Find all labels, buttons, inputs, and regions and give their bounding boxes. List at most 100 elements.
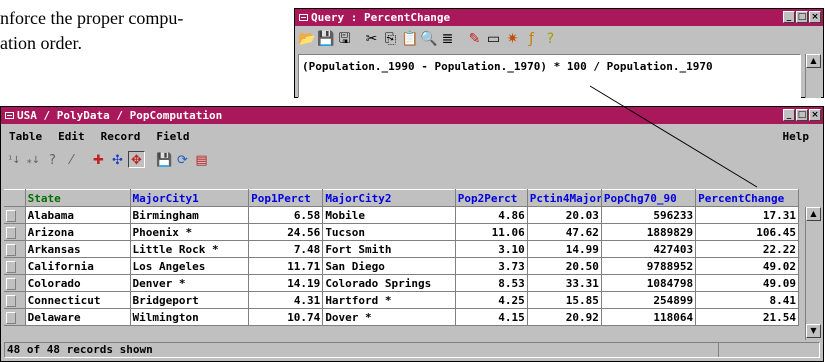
table-titlebar[interactable]: USA / PolyData / PopComputation _ □ ×	[1, 107, 823, 124]
table-row[interactable]: Colorado Denver * 14.19 Colorado Springs 8.5…	[4, 274, 799, 292]
table-cell[interactable]: 17.31	[695, 206, 799, 224]
table-cell[interactable]: 6.58	[248, 206, 324, 224]
table-cell[interactable]: 11.06	[455, 223, 528, 241]
table-cell[interactable]: Hartford *	[322, 291, 456, 309]
wizard-icon[interactable]: ✎	[466, 31, 483, 48]
row-checkbox[interactable]	[6, 294, 16, 307]
table-row[interactable]: California Los Angeles 11.71 San Diego 3.73 2…	[4, 257, 799, 275]
table-cell[interactable]: 10.74	[248, 308, 324, 326]
scroll-up-icon[interactable]: ▲	[806, 54, 821, 68]
help-icon[interactable]: ?	[542, 31, 559, 48]
copy-icon[interactable]: ⎘	[382, 31, 399, 48]
close-button[interactable]: ×	[809, 109, 821, 121]
table-cell[interactable]: Connecticut	[25, 291, 131, 309]
table-cell[interactable]: Phoenix *	[130, 223, 250, 241]
table-cell[interactable]: 8.41	[695, 291, 799, 309]
table-cell[interactable]: Los Angeles	[130, 257, 250, 275]
table-scrollbar[interactable]: ▲ ▼	[805, 207, 821, 340]
table-cell[interactable]: 1084798	[601, 274, 697, 292]
table-cell[interactable]: 427403	[601, 240, 697, 258]
sort-menu-icon[interactable]: ⁎↓	[25, 151, 42, 168]
table-cell[interactable]: 15.85	[527, 291, 602, 309]
query-expression-field[interactable]: (Population._1990 - Population._1970) * …	[298, 54, 801, 98]
table-row[interactable]: Delaware Wilmington 10.74 Dover * 4.15 20.92 1…	[4, 308, 799, 326]
row-selector[interactable]	[4, 308, 26, 326]
insert-field-icon[interactable]: ≣	[439, 31, 456, 48]
query-titlebar[interactable]: Query : PercentChange _ □ ×	[295, 9, 823, 26]
minimize-button[interactable]: _	[783, 109, 795, 121]
menu-edit[interactable]: Edit	[58, 130, 85, 143]
table-cell[interactable]: Little Rock *	[130, 240, 250, 258]
row-checkbox[interactable]	[6, 226, 16, 239]
table-cell[interactable]: 118064	[601, 308, 697, 326]
save-as-icon[interactable]: 🖫	[336, 31, 353, 48]
table-cell[interactable]: Tucson	[322, 223, 456, 241]
query-scrollbar[interactable]: ▲	[805, 54, 821, 98]
table-row[interactable]: Arizona Phoenix * 24.56 Tucson 11.06 47.62 188…	[4, 223, 799, 241]
table-cell[interactable]: Colorado Springs	[322, 274, 456, 292]
maximize-button[interactable]: □	[796, 109, 808, 121]
column-header[interactable]: PercentChange	[695, 189, 799, 207]
table-row[interactable]: Connecticut Bridgeport 4.31 Hartford * 4.25 1…	[4, 291, 799, 309]
table-cell[interactable]: 20.03	[527, 206, 602, 224]
row-selector[interactable]	[4, 240, 26, 258]
row-checkbox[interactable]	[6, 311, 16, 324]
table-cell[interactable]: 21.54	[695, 308, 799, 326]
column-header[interactable]: State	[25, 189, 131, 207]
table-cell[interactable]: Dover *	[322, 308, 456, 326]
window-menu-icon[interactable]	[5, 111, 14, 119]
relations-icon[interactable]: ⟳	[174, 151, 191, 168]
row-selector[interactable]	[4, 257, 26, 275]
table-cell[interactable]: Denver *	[130, 274, 250, 292]
table-cell[interactable]: Alabama	[25, 206, 131, 224]
table-cell[interactable]: 49.09	[695, 274, 799, 292]
table-cell[interactable]: 11.71	[248, 257, 324, 275]
row-selector[interactable]	[4, 206, 26, 224]
sort-ascending-icon[interactable]: ¹↓	[6, 151, 23, 168]
query-icon[interactable]: ?	[44, 151, 61, 168]
close-button[interactable]: ×	[809, 11, 821, 23]
table-cell[interactable]: 4.15	[455, 308, 528, 326]
table-cell[interactable]: 106.45	[695, 223, 799, 241]
tag-icon[interactable]: ✚	[90, 151, 107, 168]
window-icon[interactable]: ▭	[485, 31, 502, 48]
table-cell[interactable]: 47.62	[527, 223, 602, 241]
table-cell[interactable]: California	[25, 257, 131, 275]
table-row[interactable]: Arkansas Little Rock * 7.48 Fort Smith 3.10 1…	[4, 240, 799, 258]
table-cell[interactable]: Birmingham	[130, 206, 250, 224]
table-cell[interactable]: 4.25	[455, 291, 528, 309]
table-cell[interactable]: 33.31	[527, 274, 602, 292]
table-cell[interactable]: Arizona	[25, 223, 131, 241]
table-cell[interactable]: 7.48	[248, 240, 324, 258]
table-cell[interactable]: 14.99	[527, 240, 602, 258]
window-menu-icon[interactable]	[299, 13, 308, 21]
save-table-icon[interactable]: 💾	[155, 151, 172, 168]
cut-icon[interactable]: ✂	[363, 31, 380, 48]
table-cell[interactable]: 8.53	[455, 274, 528, 292]
column-header[interactable]: MajorCity2	[322, 189, 456, 207]
column-header[interactable]: Pop2Perct	[455, 189, 528, 207]
maximize-button[interactable]: □	[796, 11, 808, 23]
table-cell[interactable]: 3.73	[455, 257, 528, 275]
table-cell[interactable]: 14.19	[248, 274, 324, 292]
table-cell[interactable]: 24.56	[248, 223, 324, 241]
scroll-down-icon[interactable]: ▼	[806, 324, 821, 338]
table-cell[interactable]: 9788952	[601, 257, 697, 275]
star-icon[interactable]: ✷	[504, 31, 521, 48]
table-cell[interactable]: Wilmington	[130, 308, 250, 326]
table-cell[interactable]: Bridgeport	[130, 291, 250, 309]
table-row[interactable]: Alabama Birmingham 6.58 Mobile 4.86 20.03 5962…	[4, 206, 799, 224]
row-checkbox[interactable]	[6, 209, 16, 222]
column-header[interactable]: MajorCity1	[130, 189, 250, 207]
table-cell[interactable]: Colorado	[25, 274, 131, 292]
row-checkbox[interactable]	[6, 277, 16, 290]
table-cell[interactable]: 20.50	[527, 257, 602, 275]
table-cell[interactable]: 4.86	[455, 206, 528, 224]
new-record-icon[interactable]: ▤	[193, 151, 210, 168]
column-header[interactable]: Pop1Perct	[248, 189, 324, 207]
table-cell[interactable]: Arkansas	[25, 240, 131, 258]
table-cell[interactable]: Fort Smith	[322, 240, 456, 258]
paste-icon[interactable]: 📋	[401, 31, 418, 48]
row-checkbox[interactable]	[6, 243, 16, 256]
menu-record[interactable]: Record	[101, 130, 141, 143]
